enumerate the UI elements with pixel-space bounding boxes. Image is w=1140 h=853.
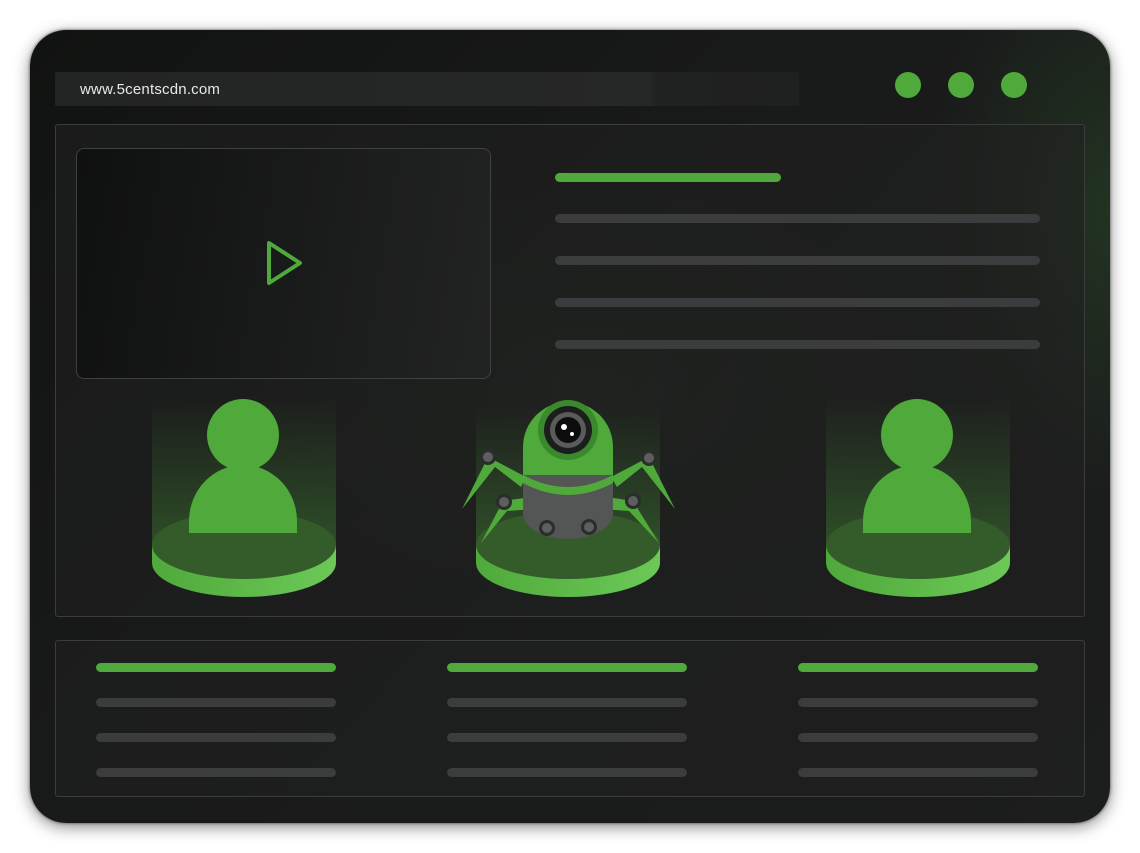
robot-figure	[462, 400, 675, 597]
address-bar[interactable]: www.5centscdn.com	[55, 72, 799, 106]
column-2-text-line	[447, 698, 687, 707]
text-line	[555, 298, 1040, 307]
footer-panel	[55, 640, 1085, 797]
text-line	[555, 340, 1040, 349]
heading-line	[555, 173, 781, 182]
column-1-text-line	[96, 733, 336, 742]
column-3-text-line	[798, 768, 1038, 777]
column-3-heading-line	[798, 663, 1038, 672]
column-1-text-line	[96, 698, 336, 707]
column-3-text-line	[798, 733, 1038, 742]
column-2-heading-line	[447, 663, 687, 672]
user-figure-left	[152, 395, 336, 597]
user-figure-right	[826, 395, 1010, 597]
play-icon[interactable]	[265, 239, 305, 287]
text-line	[555, 256, 1040, 265]
text-line	[555, 214, 1040, 223]
column-1-text-line	[96, 768, 336, 777]
column-2-text-line	[447, 768, 687, 777]
video-player[interactable]	[76, 148, 491, 379]
window-control-dot-2[interactable]	[948, 72, 974, 98]
browser-window: www.5centscdn.com	[30, 30, 1110, 823]
window-control-dot-1[interactable]	[895, 72, 921, 98]
url-text: www.5centscdn.com	[80, 81, 221, 98]
column-3-text-line	[798, 698, 1038, 707]
hero-panel	[55, 124, 1085, 617]
column-2-text-line	[447, 733, 687, 742]
window-control-dot-3[interactable]	[1001, 72, 1027, 98]
column-1-heading-line	[96, 663, 336, 672]
